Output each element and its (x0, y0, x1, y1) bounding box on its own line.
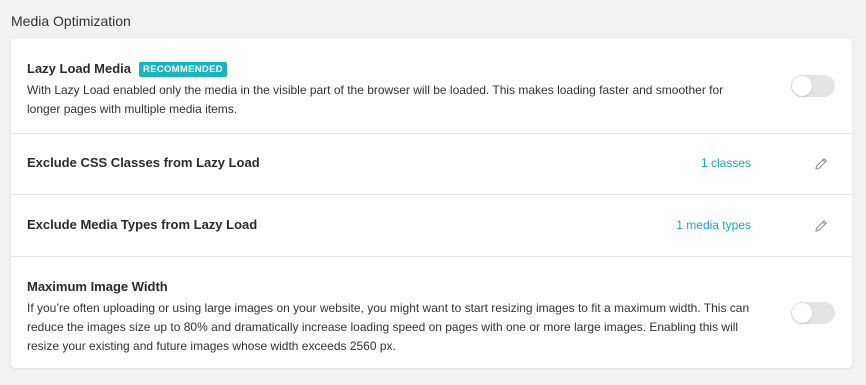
exclude-css-title: Exclude CSS Classes from Lazy Load (27, 155, 260, 170)
pencil-icon[interactable] (813, 218, 829, 234)
toggle-knob (792, 76, 812, 96)
max-width-row: Maximum Image Width If you’re often uplo… (11, 257, 852, 368)
lazy-load-toggle[interactable] (791, 75, 835, 97)
recommended-badge: RECOMMENDED (139, 62, 227, 77)
exclude-media-row: Exclude Media Types from Lazy Load 1 med… (11, 195, 852, 256)
exclude-media-count-link[interactable]: 1 media types (676, 218, 751, 232)
toggle-knob (792, 303, 812, 323)
lazy-load-title-wrap: Lazy Load Media RECOMMENDED (27, 61, 227, 77)
exclude-media-title: Exclude Media Types from Lazy Load (27, 217, 258, 232)
lazy-load-title: Lazy Load Media (27, 61, 132, 76)
section-title: Media Optimization (11, 13, 131, 29)
exclude-css-row: Exclude CSS Classes from Lazy Load 1 cla… (11, 134, 852, 194)
max-width-description: If you’re often uploading or using large… (27, 301, 750, 353)
pencil-icon[interactable] (813, 156, 829, 172)
max-width-title: Maximum Image Width (27, 279, 168, 294)
lazy-load-row: Lazy Load Media RECOMMENDED With Lazy Loa… (11, 39, 852, 133)
lazy-load-description: With Lazy Load enabled only the media in… (27, 83, 724, 116)
exclude-css-count-link[interactable]: 1 classes (701, 156, 751, 170)
max-width-toggle[interactable] (791, 302, 835, 324)
settings-card: Lazy Load Media RECOMMENDED With Lazy Loa… (11, 39, 852, 368)
